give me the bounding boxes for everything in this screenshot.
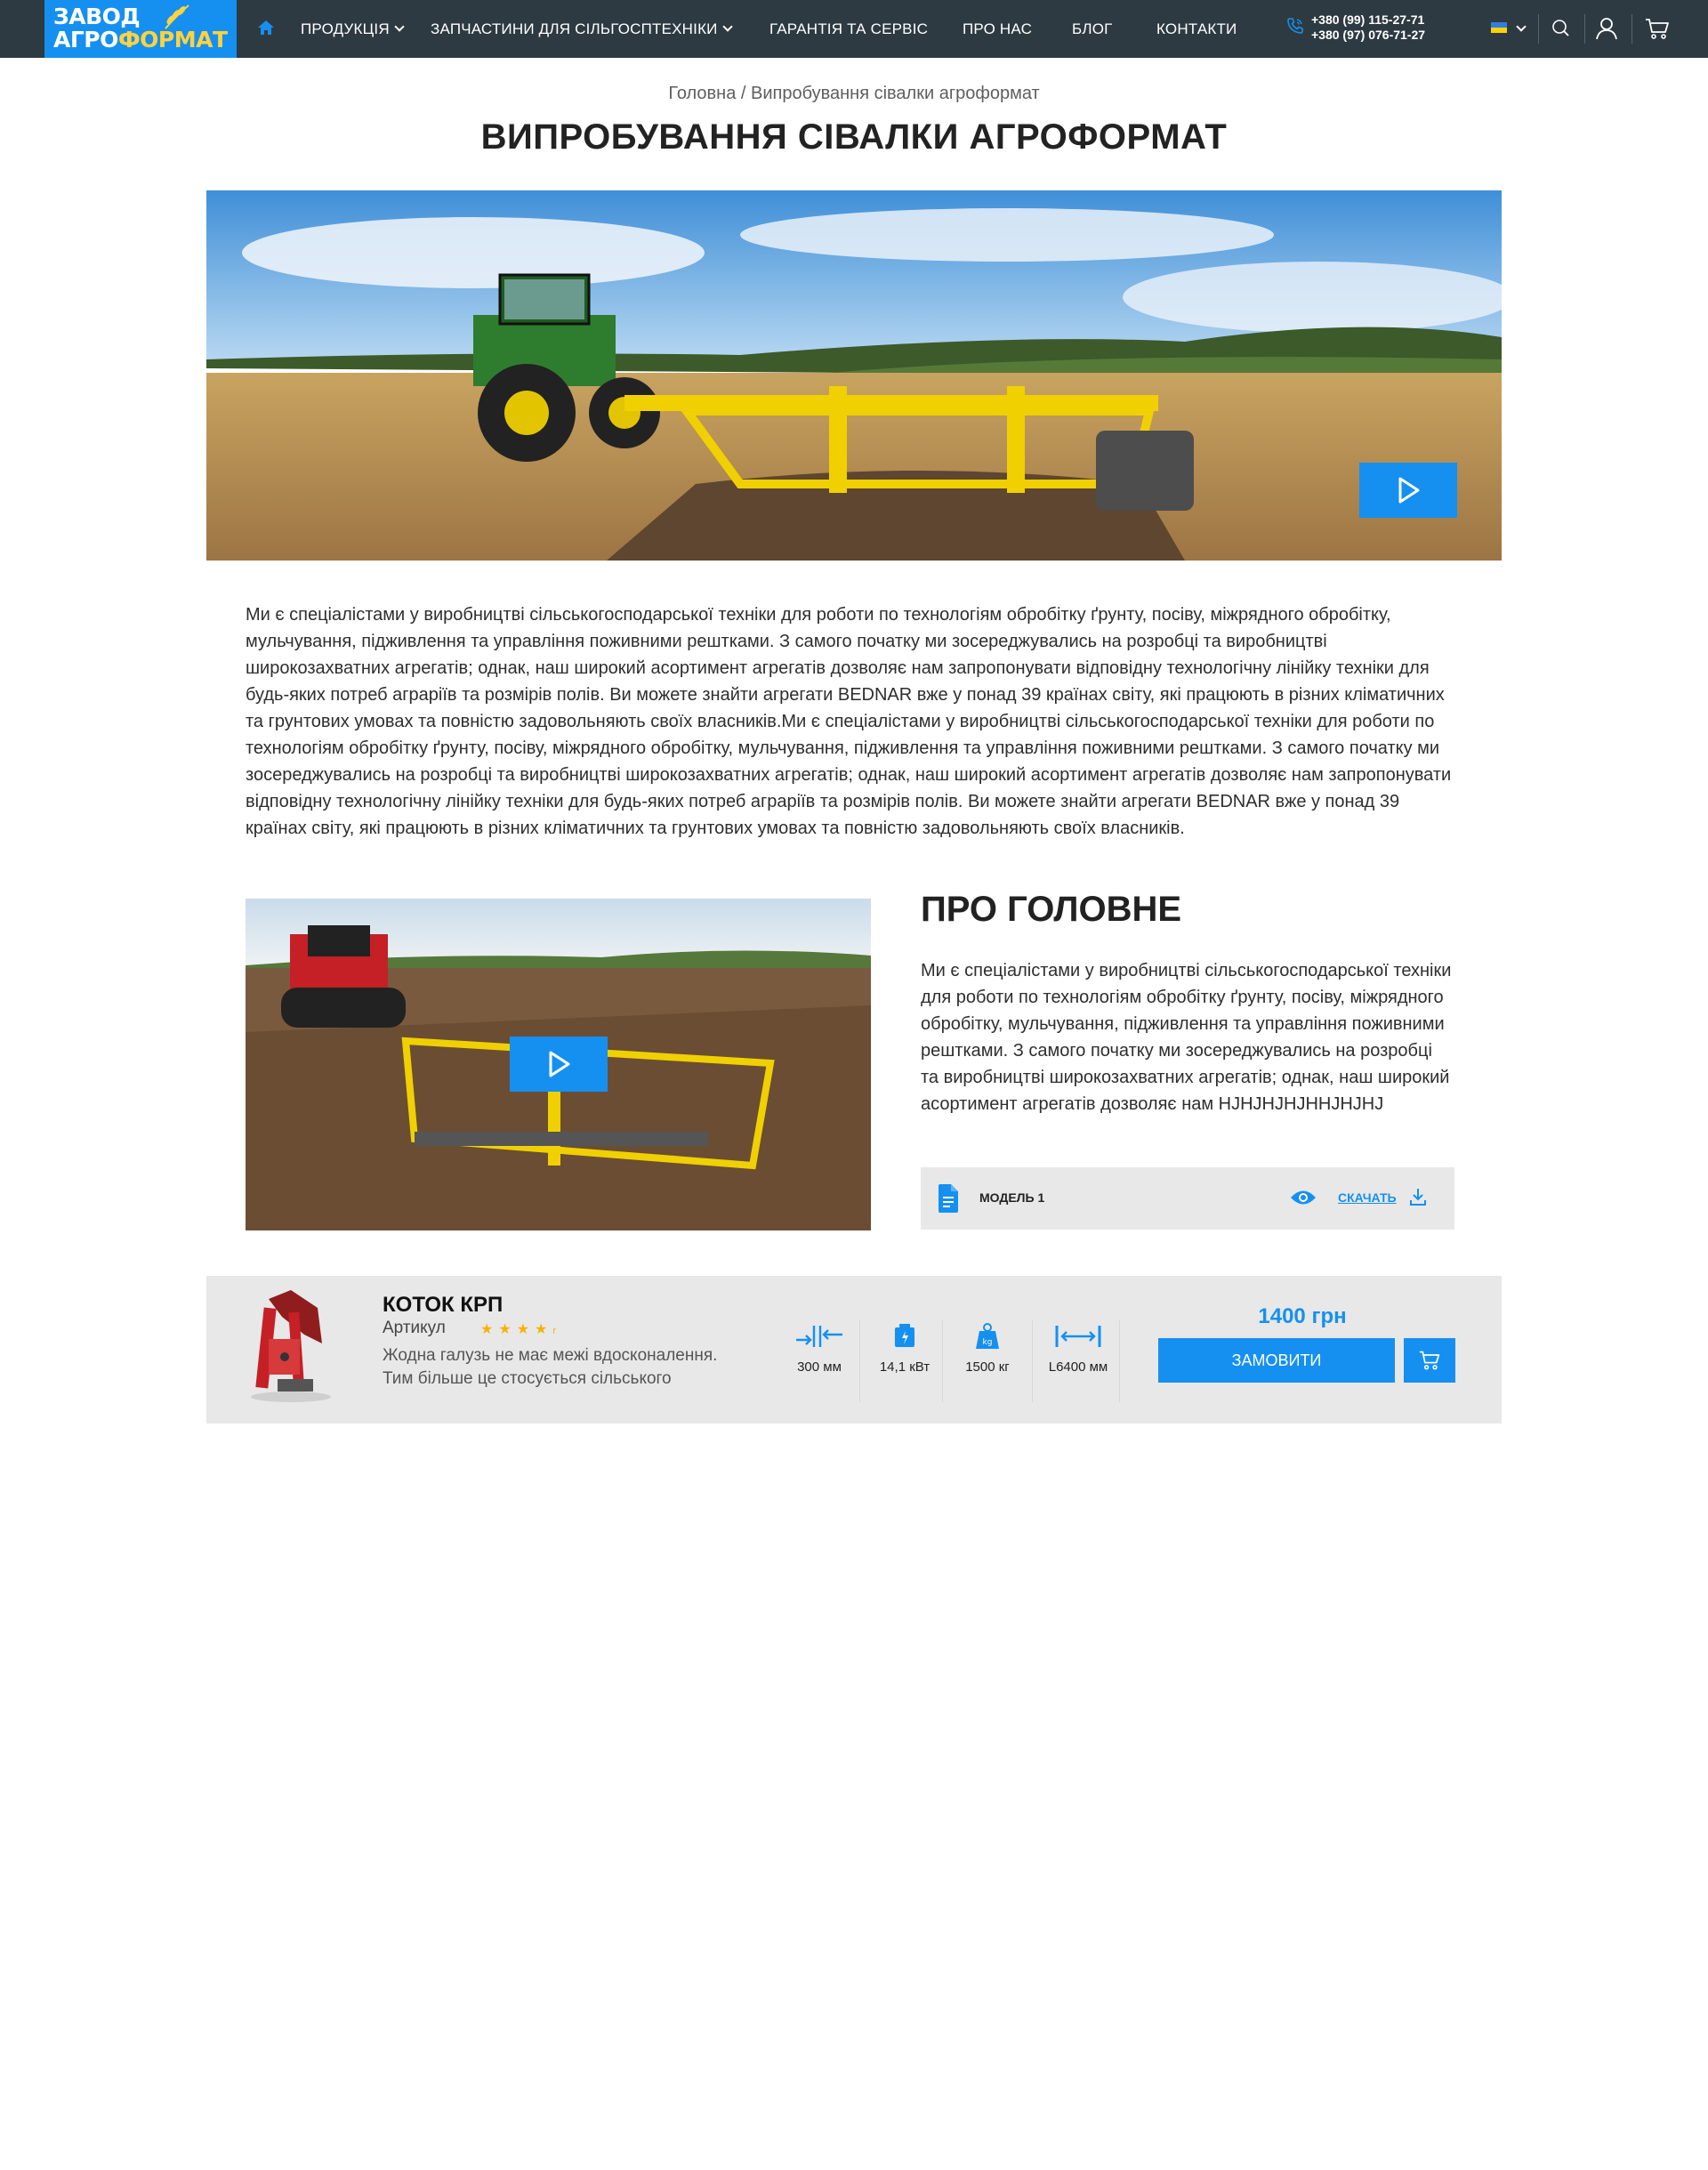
page-title: ВИПРОБУВАННЯ СІВАЛКИ АГРОФОРМАТ (480, 117, 1228, 157)
spec-weight: kg 1500 кг (952, 1322, 1023, 1375)
hero-video[interactable] (206, 190, 1502, 561)
spec-length-value: L6400 мм (1048, 1359, 1108, 1375)
cart-icon (1419, 1351, 1440, 1370)
product-image[interactable] (242, 1290, 340, 1404)
spec-power-value: 14,1 кВт (879, 1359, 931, 1375)
spec-power: 14,1 кВт (869, 1322, 940, 1375)
about-text: Ми є спеціалістами у виробництві сільськ… (921, 961, 1452, 1114)
spec-length: L6400 мм (1042, 1322, 1115, 1375)
spec-width: 300 мм (784, 1322, 855, 1375)
nav-spare-parts[interactable]: Запчастини для сільгосптехніки (431, 20, 733, 38)
user-icon[interactable] (1593, 15, 1620, 42)
power-icon (895, 1324, 914, 1347)
spec-divider (1119, 1320, 1120, 1402)
spec-weight-value: 1500 кг (965, 1359, 1010, 1375)
breadcrumb[interactable]: Головна / Випробування сівалки агроформа… (0, 84, 1708, 104)
phone-icon (1287, 18, 1303, 34)
eye-icon[interactable] (1290, 1188, 1317, 1207)
product-card: КОТОК КРП Артикул ★★★★r Жодна галузь не … (206, 1276, 1502, 1424)
spec-divider (859, 1320, 860, 1402)
weight-icon: kg (976, 1323, 999, 1349)
header-divider (1584, 14, 1585, 44)
svg-text:kg: kg (983, 1338, 993, 1347)
spec-width-value: 300 мм (797, 1359, 842, 1375)
logo-line-2: АГРОФОРМАТ (53, 27, 228, 52)
spec-divider (1032, 1320, 1033, 1402)
document-row: МОДЕЛЬ 1 скачать (921, 1167, 1454, 1230)
phone-numbers[interactable]: +380 (99) 115-27-71 +380 (97) 076-71-27 (1311, 12, 1425, 43)
product-name[interactable]: КОТОК КРП (383, 1293, 503, 1318)
logo[interactable]: ЗАВОД АГРОФОРМАТ (44, 0, 237, 58)
add-to-cart-button[interactable] (1404, 1338, 1455, 1383)
product-price: 1400 грн (1258, 1304, 1347, 1328)
nav-blog[interactable]: Блог (1072, 20, 1113, 38)
download-link[interactable]: скачать (1338, 1190, 1397, 1205)
document-icon (939, 1184, 958, 1213)
logo-line-1: ЗАВОД (53, 4, 141, 29)
chevron-down-icon (721, 21, 733, 32)
cart-icon[interactable] (1644, 15, 1671, 42)
secondary-video[interactable] (246, 899, 871, 1230)
play-button[interactable] (510, 1037, 608, 1092)
spec-divider (942, 1320, 943, 1402)
header-divider (1631, 14, 1632, 44)
product-rating-stars: ★★★★r (480, 1322, 557, 1337)
wheat-icon (165, 4, 189, 29)
intro-paragraph: Ми є спеціалістами у виробництві сільськ… (246, 605, 1452, 838)
length-icon (1055, 1326, 1101, 1347)
order-button[interactable]: Замовити (1158, 1338, 1395, 1383)
nav-products[interactable]: Продукція (301, 20, 405, 38)
header-divider (1538, 14, 1539, 44)
play-button[interactable] (1359, 463, 1457, 518)
ukraine-flag-icon[interactable] (1491, 22, 1507, 33)
phone-number-1[interactable]: +380 (99) 115-27-71 (1311, 12, 1425, 28)
play-icon (549, 1051, 570, 1077)
home-icon[interactable] (257, 19, 275, 36)
product-description: Жодна галузь не має межі вдосконалення. … (383, 1346, 718, 1388)
nav-contacts[interactable]: Контакти (1156, 20, 1237, 38)
phone-number-2[interactable]: +380 (97) 076-71-27 (1311, 28, 1425, 43)
chevron-down-icon (394, 21, 405, 32)
site-header: ЗАВОД АГРОФОРМАТ Продукція Запчастини дл… (0, 0, 1708, 58)
nav-warranty[interactable]: Гарантія та сервіс (769, 20, 928, 38)
nav-about[interactable]: Про нас (963, 20, 1032, 38)
width-icon (796, 1326, 842, 1347)
about-title: ПРО ГОЛОВНЕ (921, 890, 1182, 929)
play-icon (1398, 477, 1420, 504)
document-name: МОДЕЛЬ 1 (979, 1190, 1045, 1205)
product-article: Артикул (383, 1319, 446, 1337)
search-icon[interactable] (1548, 15, 1575, 42)
chevron-down-icon[interactable] (1516, 21, 1527, 32)
download-icon[interactable] (1410, 1188, 1426, 1206)
hero-image (206, 190, 1502, 561)
